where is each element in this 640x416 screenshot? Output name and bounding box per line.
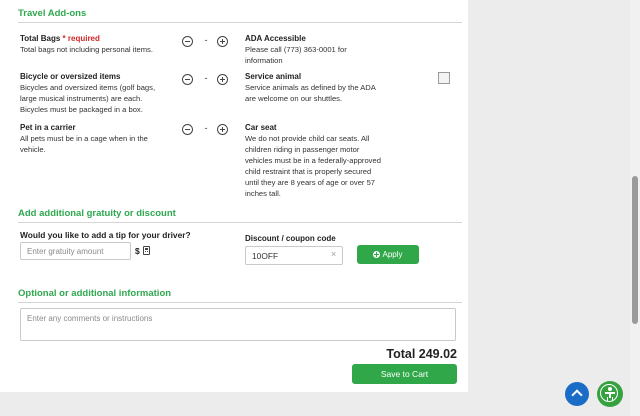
bicycle-quantity: - [204, 73, 208, 83]
section-divider [18, 222, 462, 223]
minus-circle-icon[interactable] [182, 36, 193, 47]
gratuity-input[interactable] [20, 242, 131, 260]
addon-desc-car-seat: We do not provide child car seats. All c… [245, 134, 381, 198]
addon-desc-bicycle: Bicycles and oversized items (golf bags,… [20, 83, 156, 114]
scroll-to-top-icon[interactable] [565, 382, 589, 406]
scrollbar-thumb[interactable] [632, 176, 638, 324]
section-divider [18, 302, 462, 303]
section-title-gratuity: Add additional gratuity or discount [18, 208, 176, 219]
addon-title-car-seat: Car seat [245, 123, 277, 132]
bags-stepper: - [182, 35, 232, 50]
accessibility-figure-head [608, 387, 612, 391]
booking-form-panel: Travel Add-ons Total Bags * required Tot… [0, 0, 468, 392]
addon-desc-service-animal: Service animals as defined by the ADA ar… [245, 83, 376, 103]
page-background-right [468, 0, 630, 416]
addon-desc-ada: Please call (773) 363-0001 for informati… [245, 45, 347, 65]
bicycle-stepper: - [182, 73, 232, 88]
section-title-travel-addons: Travel Add-ons [18, 8, 87, 19]
accessibility-figure-legs [607, 397, 613, 401]
minus-circle-icon[interactable] [182, 124, 193, 135]
page-background [0, 392, 468, 416]
addon-title-bicycle: Bicycle or oversized items [20, 72, 121, 81]
currency-symbol: $ [135, 246, 140, 256]
plus-circle-icon[interactable] [217, 124, 228, 135]
bags-quantity: - [204, 35, 208, 45]
tip-question: Would you like to add a tip for your dri… [20, 230, 191, 240]
pet-quantity: - [204, 123, 208, 133]
order-total: Total 249.02 [386, 347, 457, 361]
minus-circle-icon[interactable] [182, 74, 193, 85]
coupon-label: Discount / coupon code [245, 234, 336, 243]
comments-textarea[interactable] [20, 308, 456, 341]
addon-title-pet: Pet in a carrier [20, 123, 76, 132]
coupon-input[interactable] [245, 246, 343, 265]
plus-circle-icon[interactable] [217, 74, 228, 85]
save-to-cart-button[interactable]: Save to Cart [352, 364, 457, 384]
addon-desc-bags: Total bags not including personal items. [20, 45, 153, 54]
calculator-icon[interactable] [143, 246, 150, 255]
required-marker: * required [62, 34, 100, 43]
accessibility-icon[interactable] [597, 381, 623, 407]
plus-circle-icon [373, 251, 381, 258]
section-title-optional: Optional or additional information [18, 288, 172, 299]
apply-button[interactable]: Apply [357, 245, 419, 264]
addon-title-bags: Total Bags * required [20, 34, 100, 43]
service-animal-checkbox[interactable] [438, 72, 450, 84]
addon-title-bags-text: Total Bags [20, 34, 61, 43]
clear-icon[interactable]: × [331, 249, 336, 259]
apply-label: Apply [382, 250, 403, 259]
addon-title-ada: ADA Accessible [245, 34, 306, 43]
addon-title-service-animal: Service animal [245, 72, 302, 81]
addon-desc-pet: All pets must be in a cage when in the v… [20, 134, 148, 154]
plus-circle-icon[interactable] [217, 36, 228, 47]
pet-stepper: - [182, 123, 232, 138]
section-divider [18, 22, 462, 23]
